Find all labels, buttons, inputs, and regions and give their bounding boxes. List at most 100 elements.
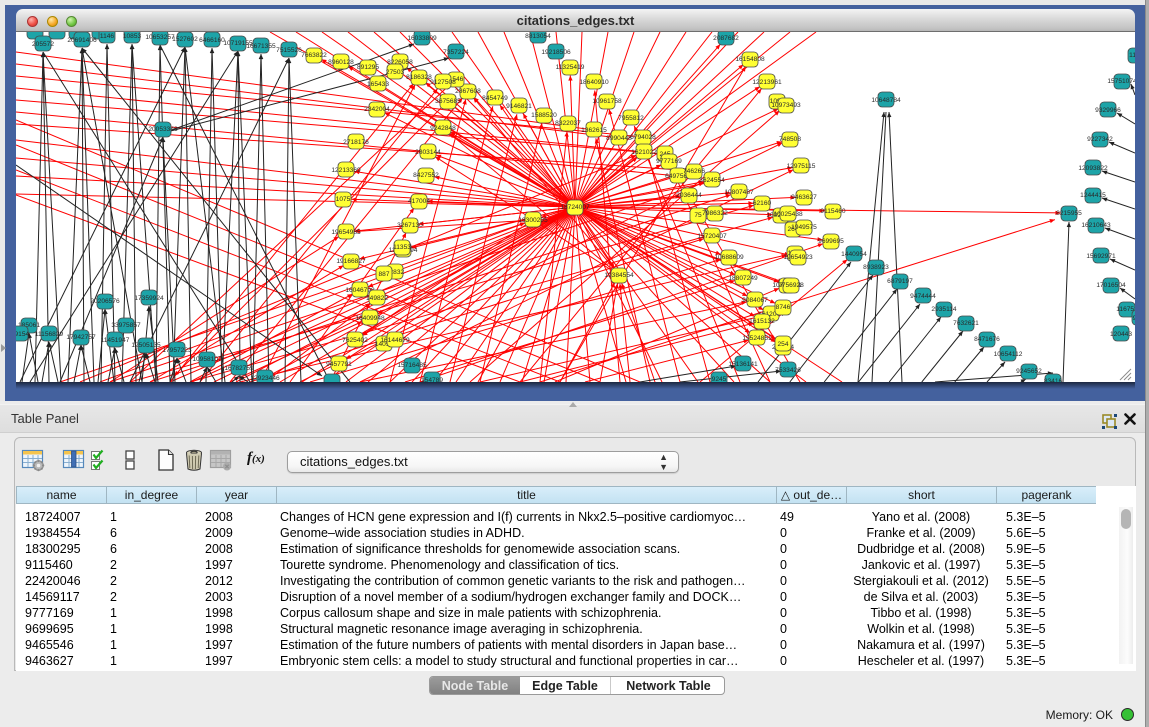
svg-text:9115460: 9115460 bbox=[820, 208, 846, 215]
svg-text:10807487: 10807487 bbox=[724, 189, 754, 196]
svg-text:1075: 1075 bbox=[336, 196, 351, 203]
svg-text:9146821: 9146821 bbox=[506, 103, 532, 110]
svg-text:16154808: 16154808 bbox=[735, 56, 765, 63]
svg-text:18807249: 18807249 bbox=[728, 275, 758, 282]
svg-text:3267130: 3267130 bbox=[397, 222, 423, 229]
svg-text:887: 887 bbox=[378, 271, 389, 278]
svg-text:1440954: 1440954 bbox=[841, 251, 867, 258]
svg-text:12213961: 12213961 bbox=[752, 79, 782, 86]
svg-text:1362615: 1362615 bbox=[581, 127, 607, 134]
svg-text:2087682: 2087682 bbox=[713, 35, 739, 42]
svg-text:1588520: 1588520 bbox=[531, 112, 557, 119]
svg-text:16033809: 16033809 bbox=[407, 35, 437, 42]
svg-text:9242848: 9242848 bbox=[430, 125, 456, 132]
svg-text:15136141: 15136141 bbox=[728, 361, 758, 368]
svg-text:16210643: 16210643 bbox=[1081, 222, 1111, 229]
svg-text:33975857: 33975857 bbox=[111, 322, 141, 329]
svg-text:254: 254 bbox=[777, 341, 788, 348]
svg-text:1527602: 1527602 bbox=[172, 36, 198, 43]
svg-text:8215955: 8215955 bbox=[1056, 210, 1082, 217]
svg-text:7955812: 7955812 bbox=[618, 115, 644, 122]
svg-text:18640910: 18640910 bbox=[579, 79, 609, 86]
svg-text:2342004: 2342004 bbox=[364, 106, 390, 113]
svg-text:6794028: 6794028 bbox=[630, 134, 656, 141]
svg-text:2718176: 2718176 bbox=[343, 139, 369, 146]
svg-text:7986322: 7986322 bbox=[702, 210, 728, 217]
svg-text:18300295: 18300295 bbox=[518, 217, 548, 224]
svg-text:2803144: 2803144 bbox=[415, 149, 441, 156]
svg-text:10973493: 10973493 bbox=[771, 102, 801, 109]
svg-text:9964: 9964 bbox=[1133, 315, 1135, 322]
svg-text:1949575: 1949575 bbox=[791, 224, 817, 231]
svg-text:7357224: 7357224 bbox=[443, 49, 469, 56]
svg-text:8813054: 8813054 bbox=[525, 33, 551, 40]
svg-text:17016504: 17016504 bbox=[1096, 282, 1126, 289]
svg-text:8471676: 8471676 bbox=[974, 336, 1000, 343]
svg-text:10961758: 10961758 bbox=[592, 98, 622, 105]
svg-text:12093822: 12093822 bbox=[1078, 165, 1108, 172]
svg-text:6879197: 6879197 bbox=[887, 278, 913, 285]
svg-text:1146: 1146 bbox=[100, 33, 115, 40]
svg-text:6466160: 6466160 bbox=[199, 37, 225, 44]
svg-text:8322037: 8322037 bbox=[555, 120, 581, 127]
svg-text:19384554: 19384554 bbox=[604, 272, 634, 279]
svg-text:9329966: 9329966 bbox=[1095, 107, 1121, 114]
svg-text:75: 75 bbox=[694, 212, 702, 219]
svg-text:10688609: 10688609 bbox=[714, 254, 744, 261]
svg-text:2036444: 2036444 bbox=[676, 192, 702, 199]
svg-text:1112: 1112 bbox=[1129, 52, 1135, 59]
svg-text:12975115: 12975115 bbox=[787, 163, 816, 170]
svg-text:10025438: 10025438 bbox=[773, 211, 803, 218]
svg-text:8960128: 8960128 bbox=[328, 59, 354, 66]
svg-text:27503: 27503 bbox=[386, 69, 405, 76]
svg-text:9463627: 9463627 bbox=[791, 194, 817, 201]
svg-text:11156829: 11156829 bbox=[35, 331, 64, 338]
svg-text:18724007: 18724007 bbox=[560, 204, 590, 211]
svg-text:417004: 417004 bbox=[408, 198, 430, 205]
svg-text:11353: 11353 bbox=[393, 244, 411, 251]
svg-text:9227342: 9227342 bbox=[1087, 136, 1113, 143]
svg-text:16144679: 16144679 bbox=[380, 337, 410, 344]
svg-text:7632621: 7632621 bbox=[953, 320, 979, 327]
svg-text:3624554: 3624554 bbox=[699, 177, 725, 184]
svg-text:9127508: 9127508 bbox=[430, 79, 456, 86]
svg-text:19218506: 19218506 bbox=[541, 49, 571, 56]
svg-text:10958107: 10958107 bbox=[192, 356, 222, 363]
svg-text:9084067: 9084067 bbox=[742, 297, 768, 304]
svg-text:19654985: 19654985 bbox=[331, 229, 361, 236]
svg-text:10853: 10853 bbox=[123, 33, 142, 40]
svg-text:20691406: 20691406 bbox=[67, 37, 97, 44]
svg-text:16782759: 16782759 bbox=[224, 365, 254, 372]
svg-text:20206576: 20206576 bbox=[90, 298, 120, 305]
svg-text:19166827: 19166827 bbox=[336, 258, 366, 265]
svg-text:17359924: 17359924 bbox=[134, 295, 164, 302]
svg-text:746266: 746266 bbox=[683, 168, 705, 175]
svg-text:1244415: 1244415 bbox=[1080, 192, 1106, 199]
svg-text:16409948: 16409948 bbox=[355, 315, 385, 322]
svg-text:15720407: 15720407 bbox=[697, 233, 727, 240]
svg-text:9777169: 9777169 bbox=[656, 158, 682, 165]
svg-text:62160: 62160 bbox=[753, 200, 772, 207]
svg-text:8990448: 8990448 bbox=[606, 135, 632, 142]
svg-text:2367608: 2367608 bbox=[455, 88, 481, 95]
svg-text:17942757: 17942757 bbox=[66, 334, 96, 341]
svg-text:11451947: 11451947 bbox=[101, 337, 130, 344]
svg-text:7515526: 7515526 bbox=[276, 47, 302, 54]
svg-text:205572: 205572 bbox=[32, 41, 54, 48]
svg-text:17957223: 17957223 bbox=[162, 347, 192, 354]
svg-text:9474444: 9474444 bbox=[910, 293, 936, 300]
svg-text:7625402: 7625402 bbox=[342, 337, 368, 344]
svg-text:891295: 891295 bbox=[357, 64, 379, 71]
svg-text:8186328: 8186328 bbox=[406, 74, 432, 81]
svg-text:12213369: 12213369 bbox=[331, 167, 361, 174]
svg-text:149822: 149822 bbox=[366, 295, 388, 302]
svg-text:9756928: 9756928 bbox=[778, 282, 804, 289]
svg-text:7663822: 7663822 bbox=[301, 52, 327, 59]
svg-text:165433: 165433 bbox=[367, 81, 389, 88]
svg-text:9699695: 9699695 bbox=[818, 238, 844, 245]
svg-text:7533426: 7533426 bbox=[775, 367, 801, 374]
svg-text:8427552: 8427552 bbox=[413, 172, 439, 179]
svg-text:19654923: 19654923 bbox=[783, 254, 813, 261]
svg-text:12505135: 12505135 bbox=[131, 342, 161, 349]
svg-text:8454749: 8454749 bbox=[482, 95, 508, 102]
